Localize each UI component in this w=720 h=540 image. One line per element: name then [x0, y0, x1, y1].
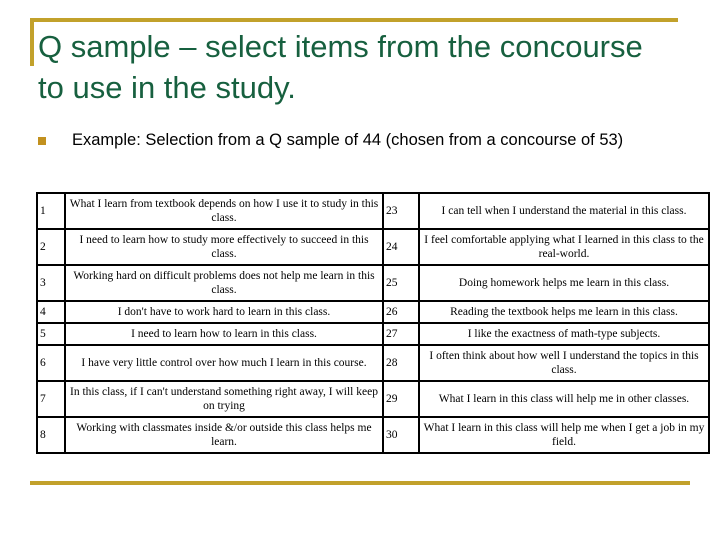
slide-bottom-edge-mask	[0, 498, 720, 540]
gold-rule-left-accent	[30, 18, 34, 66]
q-sample-table-body: 1 What I learn from textbook depends on …	[36, 192, 710, 454]
row-statement-right: I like the exactness of math-type subjec…	[418, 322, 710, 346]
table-row: 2 I need to learn how to study more effe…	[36, 228, 710, 266]
row-statement-right: I feel comfortable applying what I learn…	[418, 228, 710, 266]
table-row: 8 Working with classmates inside &/or ou…	[36, 416, 710, 454]
row-statement-left: In this class, if I can't understand som…	[64, 380, 384, 418]
row-number-right: 26	[382, 300, 420, 324]
row-statement-right: I can tell when I understand the materia…	[418, 192, 710, 230]
table-row: 1 What I learn from textbook depends on …	[36, 192, 710, 230]
gold-rule-top-divider	[30, 18, 678, 22]
bullet-item-label: Example: Selection from a Q sample of 44…	[72, 131, 624, 149]
gold-rule-bottom-divider	[30, 481, 690, 485]
row-number-left: 4	[36, 300, 66, 324]
row-number-left: 2	[36, 228, 66, 266]
row-statement-left: I don't have to work hard to learn in th…	[64, 300, 384, 324]
row-number-right: 25	[382, 264, 420, 302]
row-statement-left: Working with classmates inside &/or outs…	[64, 416, 384, 454]
row-number-left: 5	[36, 322, 66, 346]
row-statement-left: What I learn from textbook depends on ho…	[64, 192, 384, 230]
row-statement-left: Working hard on difficult problems does …	[64, 264, 384, 302]
table-row: 6 I have very little control over how mu…	[36, 344, 710, 382]
row-number-right: 29	[382, 380, 420, 418]
slide-canvas: Q sample – select items from the concour…	[0, 0, 720, 540]
row-statement-right: Doing homework helps me learn in this cl…	[418, 264, 710, 302]
q-sample-table: 1 What I learn from textbook depends on …	[36, 192, 710, 454]
table-row: 5 I need to learn how to learn in this c…	[36, 322, 710, 346]
row-statement-right: What I learn in this class will help me …	[418, 416, 710, 454]
square-bullet-icon	[38, 137, 46, 145]
row-statement-right: Reading the textbook helps me learn in t…	[418, 300, 710, 324]
row-number-left: 1	[36, 192, 66, 230]
row-statement-left: I need to learn how to study more effect…	[64, 228, 384, 266]
row-statement-right: I often think about how well I understan…	[418, 344, 710, 382]
row-number-right: 30	[382, 416, 420, 454]
row-statement-right: What I learn in this class will help me …	[418, 380, 710, 418]
table-row: 7 In this class, if I can't understand s…	[36, 380, 710, 418]
table-row: 3 Working hard on difficult problems doe…	[36, 264, 710, 302]
row-number-right: 24	[382, 228, 420, 266]
row-statement-left: I have very little control over how much…	[64, 344, 384, 382]
row-number-left: 6	[36, 344, 66, 382]
row-number-right: 23	[382, 192, 420, 230]
row-number-left: 8	[36, 416, 66, 454]
bullet-item: Example: Selection from a Q sample of 44…	[38, 130, 678, 151]
table-row: 4 I don't have to work hard to learn in …	[36, 300, 710, 324]
page-title: Q sample – select items from the concour…	[38, 29, 652, 105]
row-number-left: 7	[36, 380, 66, 418]
row-number-left: 3	[36, 264, 66, 302]
row-statement-left: I need to learn how to learn in this cla…	[64, 322, 384, 346]
row-number-right: 27	[382, 322, 420, 346]
row-number-right: 28	[382, 344, 420, 382]
